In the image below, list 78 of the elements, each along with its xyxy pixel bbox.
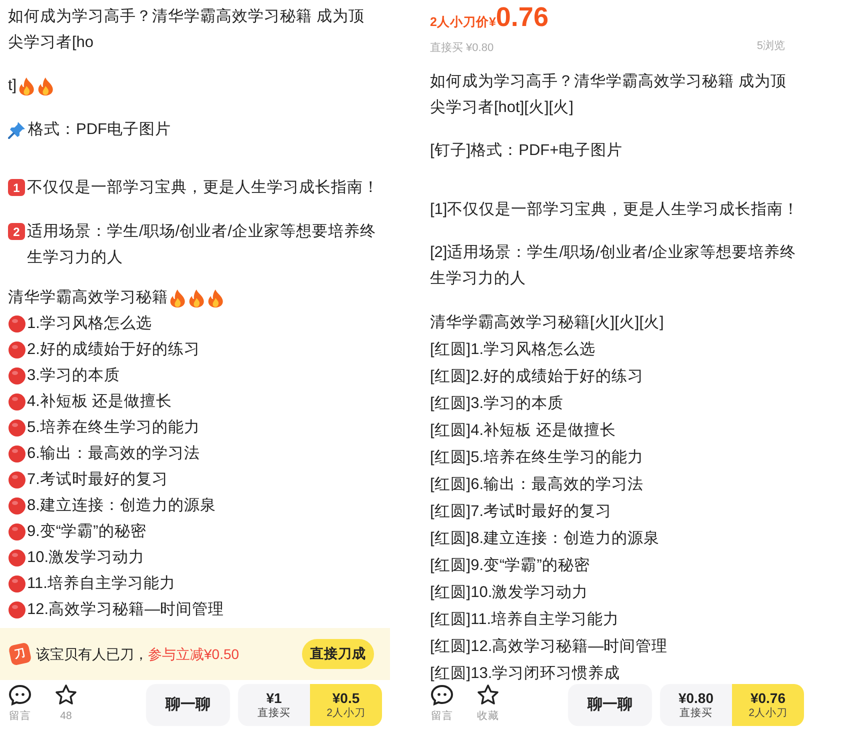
list-item-text: [红圆]10.激发学习动力 (430, 583, 590, 603)
price: 0.76 (496, 2, 548, 32)
bullet-icon (8, 575, 26, 593)
bullet-icon (8, 445, 26, 463)
list-item-text: [红圆]7.考试时最好的复习 (430, 502, 613, 522)
star-icon[interactable] (476, 684, 500, 706)
list-item-text: 5.培养在终生学习的能力 (27, 418, 201, 438)
fire-icon (188, 289, 205, 308)
bullet-icon (8, 393, 26, 411)
bargain-button[interactable]: ¥0.76 2人小刀 (732, 684, 804, 726)
bullet-icon (8, 549, 26, 567)
paragraph-text: 如何成为学习高手？清华学霸高效学习秘籍 成为顶尖学习者[hot][火][火] (430, 72, 788, 118)
list-item-text: 2.好的成绩始于好的练习 (27, 340, 201, 360)
buy-now-button[interactable]: ¥0.80 直接买 (660, 684, 732, 726)
number-badge: 2 (8, 223, 25, 240)
paragraph-text: [1]不仅仅是一部学习宝典，更是人生学习成长指南！ (430, 200, 800, 220)
bullet-icon (8, 497, 26, 515)
action-label: 收藏 (477, 709, 499, 724)
bullet-icon (8, 601, 26, 619)
bargain-now-button[interactable]: 直接刀成 (302, 639, 374, 669)
promo-text: 该宝贝有人已刀， (36, 644, 148, 664)
list-item-text: 清华学霸高效学习秘籍[火][火][火] (430, 313, 665, 333)
paragraph-text: 如何成为学习高手？清华学霸高效学习秘籍 成为顶尖学习者[ho (8, 7, 366, 53)
comment-icon[interactable] (430, 684, 454, 706)
list-item-text: [红圆]5.培养在终生学习的能力 (430, 448, 645, 468)
view-count: 5浏览 (756, 38, 785, 54)
list-item-text: 10.激发学习动力 (27, 548, 146, 568)
bullet-icon (8, 523, 26, 541)
list-item-text: 4.补短板 还是做擅长 (27, 392, 174, 412)
bargain-button[interactable]: ¥0.5 2人小刀 (310, 684, 382, 726)
list-item-text: 7.考试时最好的复习 (27, 470, 169, 490)
bullet-icon (8, 471, 26, 489)
bullet-icon (8, 341, 26, 359)
action-label: 48 (60, 709, 72, 724)
chat-button[interactable]: 聊一聊 (146, 684, 230, 726)
list-item-text: 3.学习的本质 (27, 366, 121, 386)
list-item-text: 清华学霸高效学习秘籍 (8, 288, 168, 308)
comment-icon[interactable] (8, 684, 32, 706)
star-icon[interactable] (54, 684, 78, 706)
list-item-text: 8.建立连接：创造力的源泉 (27, 496, 217, 516)
list-item-text: [红圆]6.输出：最高效的学习法 (430, 475, 645, 495)
list-item-text: [红圆]8.建立连接：创造力的源泉 (430, 529, 661, 549)
bullet-icon (8, 367, 26, 385)
original-price: 直接买 ¥0.80 (430, 40, 494, 56)
discount-text: 参与立减¥0.50 (148, 644, 240, 664)
tag-icon: 刀 (8, 642, 32, 666)
bullet-icon (8, 315, 26, 333)
paragraph-text: t] (8, 76, 17, 96)
fire-icon (207, 289, 224, 308)
list-item-text: 11.培养自主学习能力 (27, 574, 176, 594)
list-item-text: [红圆]4.补短板 还是做擅长 (430, 421, 617, 441)
list-item-text: 1.学习风格怎么选 (27, 314, 153, 334)
fire-icon (169, 289, 186, 308)
list-item-text: [红圆]1.学习风格怎么选 (430, 340, 597, 360)
price-label: 2人小刀价¥ (430, 14, 496, 31)
list-item-text: 6.输出：最高效的学习法 (27, 444, 201, 464)
bullet-icon (8, 419, 26, 437)
list-item-text: [红圆]2.好的成绩始于好的练习 (430, 367, 645, 387)
number-badge: 1 (8, 179, 25, 196)
list-item-text: [红圆]9.变“学霸”的秘密 (430, 556, 591, 576)
list-item-text: [红圆]13.学习闭环习惯养成 (430, 664, 622, 684)
action-label: 留言 (9, 709, 31, 724)
buy-now-button[interactable]: ¥1 直接买 (238, 684, 310, 726)
paragraph-text: [钉子]格式：PDF+电子图片 (430, 141, 624, 161)
paragraph-text: [2]适用场景：学生/职场/创业者/企业家等想要培养终生学习力的人 (430, 243, 798, 289)
action-label: 留言 (431, 709, 453, 724)
chat-button[interactable]: 聊一聊 (568, 684, 652, 726)
list-item-text: 9.变“学霸”的秘密 (27, 522, 148, 542)
paragraph-text: 适用场景：学生/职场/创业者/企业家等想要培养终生学习力的人 (27, 222, 377, 268)
paragraph-text: 格式：PDF电子图片 (28, 120, 172, 140)
list-item-text: 12.高效学习秘籍—时间管理 (27, 600, 226, 620)
list-item-text: [红圆]12.高效学习秘籍—时间管理 (430, 637, 669, 657)
fire-icon (36, 77, 54, 96)
pushpin-icon (8, 121, 26, 139)
list-item-text: [红圆]11.培养自主学习能力 (430, 610, 620, 630)
list-item-text: [红圆]3.学习的本质 (430, 394, 565, 414)
paragraph-text: 不仅仅是一部学习宝典，更是人生学习成长指南！ (27, 178, 380, 198)
fire-icon (18, 77, 35, 96)
